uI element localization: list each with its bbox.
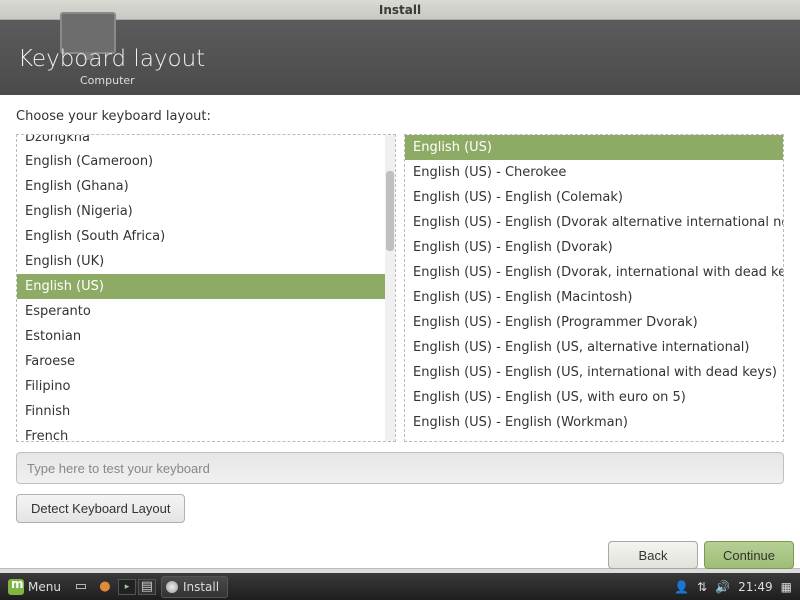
list-item[interactable]: English (US) - English (Dvorak alternati… [405, 210, 783, 235]
menu-label: Menu [28, 580, 61, 594]
keyboard-test-input[interactable] [16, 452, 784, 484]
list-item[interactable]: English (South Africa) [17, 224, 395, 249]
list-item[interactable]: Esperanto [17, 299, 395, 324]
list-item[interactable]: English (US) - English (US, with euro on… [405, 385, 783, 410]
taskbar: Menu ▭ ● ▸ ▤ Install 👤 ⇅ 🔊 21:49 ▦ [0, 573, 800, 600]
list-item[interactable]: English (US) - English (Programmer Dvora… [405, 310, 783, 335]
back-button[interactable]: Back [608, 541, 698, 569]
continue-button[interactable]: Continue [704, 541, 794, 569]
list-item[interactable]: English (US) - English (Colemak) [405, 185, 783, 210]
list-item[interactable]: English (Ghana) [17, 174, 395, 199]
list-item[interactable]: English (US) - English (US, internationa… [405, 360, 783, 385]
list-item[interactable]: English (US) - Cherokee [405, 160, 783, 185]
list-item[interactable]: English (US) [17, 274, 395, 299]
list-item[interactable]: Finnish [17, 399, 395, 424]
computer-label: Computer [80, 74, 135, 87]
list-item[interactable]: English (UK) [17, 249, 395, 274]
tray-icon[interactable]: ▦ [781, 580, 792, 594]
firefox-icon[interactable]: ● [94, 577, 116, 597]
variant-list[interactable]: English (US)English (US) - CherokeeEngli… [404, 134, 784, 442]
list-item[interactable]: Dzongkha [17, 135, 395, 149]
header-band: Keyboard layout Computer [0, 20, 800, 95]
network-icon[interactable]: ⇅ [697, 580, 707, 594]
list-item[interactable]: French [17, 424, 395, 442]
detect-layout-button[interactable]: Detect Keyboard Layout [16, 494, 185, 523]
taskbar-app-install[interactable]: Install [161, 576, 228, 598]
language-list[interactable]: DzongkhaEnglish (Cameroon)English (Ghana… [16, 134, 396, 442]
files-icon[interactable]: ▤ [138, 579, 156, 595]
page-title: Keyboard layout [18, 46, 205, 72]
mint-logo-icon [8, 579, 24, 595]
terminal-icon[interactable]: ▸ [118, 579, 136, 595]
list-item[interactable]: English (US) [405, 135, 783, 160]
clock[interactable]: 21:49 [738, 580, 773, 594]
list-item[interactable]: English (Cameroon) [17, 149, 395, 174]
disc-icon [166, 581, 178, 593]
prompt-label: Choose your keyboard layout: [16, 109, 784, 124]
nav-bar: Back Continue [608, 537, 794, 573]
scrollbar[interactable] [385, 135, 395, 441]
taskbar-app-label: Install [183, 580, 219, 594]
list-item[interactable]: English (US) - English (Macintosh) [405, 285, 783, 310]
list-item[interactable]: English (US) - English (Dvorak, internat… [405, 260, 783, 285]
window-title: Install [0, 0, 800, 20]
list-item[interactable]: Faroese [17, 349, 395, 374]
scroll-thumb[interactable] [386, 171, 394, 251]
list-item[interactable]: English (Nigeria) [17, 199, 395, 224]
menu-button[interactable]: Menu [0, 573, 69, 600]
list-item[interactable]: Filipino [17, 374, 395, 399]
list-item[interactable]: English (US) - English (Workman) [405, 410, 783, 435]
list-item[interactable]: Estonian [17, 324, 395, 349]
list-item[interactable]: English (US) - English (Dvorak) [405, 235, 783, 260]
list-item[interactable]: English (US) - English (US, alternative … [405, 335, 783, 360]
volume-icon[interactable]: 🔊 [715, 580, 730, 594]
user-icon[interactable]: 👤 [674, 580, 689, 594]
show-desktop-icon[interactable]: ▭ [70, 577, 92, 597]
